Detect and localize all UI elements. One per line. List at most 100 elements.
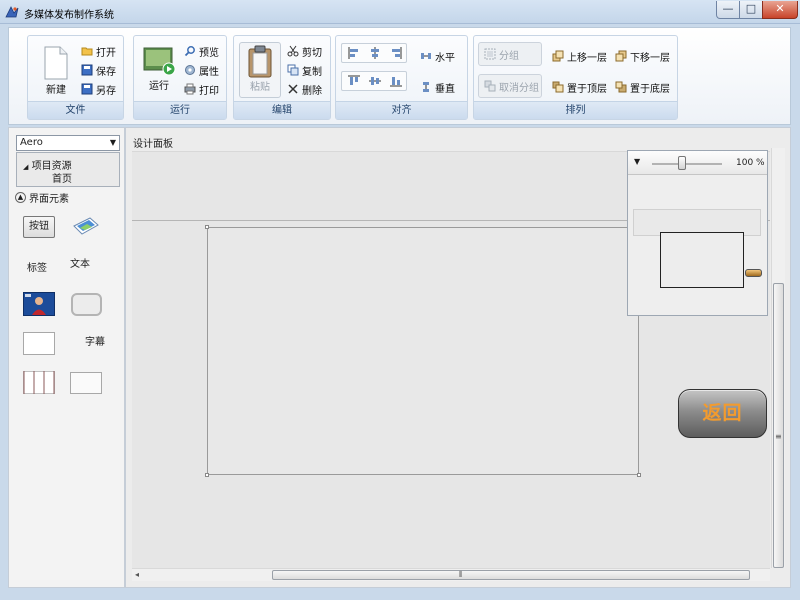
- theme-select-value: Aero: [20, 137, 43, 148]
- distribute-vertical-icon: [423, 82, 429, 92]
- delete-x-icon: [288, 84, 298, 94]
- navigator-header: ▼ 100 %: [628, 151, 767, 175]
- maximize-button[interactable]: □: [739, 1, 763, 19]
- navigator-viewport[interactable]: [660, 232, 744, 288]
- tree-expand-icon[interactable]: ◢: [23, 163, 28, 171]
- send-backward-icon: [615, 50, 627, 62]
- paste-button[interactable]: 粘贴: [239, 42, 281, 98]
- navigator-mini-button: [745, 269, 762, 277]
- element-button-tool[interactable]: 按钮: [23, 216, 55, 238]
- print-button[interactable]: 打印: [184, 81, 219, 97]
- chevron-down-icon: ▼: [109, 138, 116, 147]
- scroll-left-arrow-icon[interactable]: ◂: [135, 570, 139, 579]
- group-label-arrange: 排列: [474, 101, 677, 119]
- move-down-button[interactable]: 下移一层: [615, 48, 670, 64]
- align-left-icon[interactable]: [348, 47, 360, 59]
- gear-icon: [185, 65, 195, 75]
- zoom-navigator: ▼ 100 %: [627, 150, 768, 316]
- tree-item-home[interactable]: 首页: [52, 170, 72, 185]
- panel-tool-icon[interactable]: [71, 293, 102, 316]
- cut-button[interactable]: 剪切: [287, 43, 322, 59]
- element-label-tool[interactable]: 标签: [27, 259, 47, 274]
- design-panel-title: 设计面板: [133, 139, 173, 150]
- close-button[interactable]: ✕: [762, 1, 798, 19]
- zoom-slider-thumb[interactable]: [678, 156, 686, 170]
- vertical-scrollbar[interactable]: ≡: [771, 148, 785, 568]
- element-text-tool[interactable]: 文本: [70, 255, 90, 270]
- horizontal-scrollbar[interactable]: ◂ ⦀: [132, 568, 770, 581]
- group-icon: [484, 48, 496, 60]
- ribbon-group-edit: 粘贴 剪切 复制 删除 编辑: [233, 35, 331, 120]
- element-subtitle-tool[interactable]: 字幕: [85, 333, 105, 348]
- align-horizontal-label: 水平: [435, 52, 455, 64]
- copy-button[interactable]: 复制: [287, 62, 322, 78]
- move-up-label: 上移一层: [567, 52, 607, 64]
- paste-button-label: 粘贴: [250, 82, 270, 93]
- ribbon-group-file: 新建 打开 保存 另存 文件: [27, 35, 124, 120]
- element-panel: Aero ▼ ◢ 项目资源 首页 ▲ 界面元素 按钮 标签 文本 字幕: [8, 127, 125, 588]
- align-middle-icon[interactable]: [369, 75, 381, 87]
- minimize-button[interactable]: —: [716, 1, 740, 19]
- align-top-icon[interactable]: [348, 75, 360, 87]
- return-button[interactable]: 返回: [678, 389, 767, 438]
- align-center-icon[interactable]: [369, 47, 381, 59]
- window-title: 多媒体发布制作系统: [24, 10, 114, 21]
- app-icon: [5, 6, 19, 18]
- align-horizontal-button[interactable]: 水平: [420, 48, 455, 64]
- preview-label: 预览: [199, 47, 219, 59]
- video-tool-icon[interactable]: [23, 292, 55, 316]
- save-as-disk-icon: [81, 83, 93, 95]
- group-button[interactable]: 分组: [478, 42, 542, 66]
- elements-section-header[interactable]: ▲ 界面元素: [15, 190, 69, 205]
- scroll-grip-icon: ⦀: [459, 570, 463, 579]
- new-button[interactable]: 新建: [36, 46, 76, 96]
- resize-handle-bottom-right[interactable]: [637, 473, 641, 477]
- resize-handle-bottom-left[interactable]: [205, 473, 209, 477]
- blank-tool-icon[interactable]: [70, 372, 102, 394]
- project-tree: ◢ 项目资源 首页: [16, 152, 120, 187]
- save-as-label: 另存: [96, 85, 116, 97]
- ungroup-label: 取消分组: [499, 82, 539, 94]
- zoom-slider-track[interactable]: [652, 163, 722, 165]
- move-up-button[interactable]: 上移一层: [552, 48, 607, 64]
- ribbon: 新建 打开 保存 另存 文件 运行 预览 属性 打印 运行 粘贴 剪切 复制 删…: [8, 27, 791, 125]
- open-label: 打开: [96, 47, 116, 59]
- page-frame[interactable]: [205, 225, 641, 477]
- group-label-file: 文件: [28, 101, 123, 119]
- ungroup-icon: [484, 80, 496, 92]
- send-to-back-button[interactable]: 置于底层: [615, 79, 670, 95]
- open-button[interactable]: 打开: [81, 43, 116, 59]
- new-document-icon: [44, 46, 68, 80]
- send-to-back-label: 置于底层: [630, 83, 670, 95]
- bring-to-front-button[interactable]: 置于顶层: [552, 79, 607, 95]
- run-button[interactable]: 运行: [139, 46, 179, 92]
- align-bottom-icon[interactable]: [390, 75, 402, 87]
- save-button[interactable]: 保存: [81, 62, 116, 78]
- align-right-icon[interactable]: [390, 47, 402, 59]
- image-tool-icon[interactable]: [71, 214, 101, 238]
- vertical-scroll-thumb[interactable]: [773, 283, 784, 568]
- bring-forward-icon: [552, 50, 564, 62]
- save-label: 保存: [96, 66, 116, 78]
- zoom-level: 100 %: [736, 158, 765, 168]
- rectangle-tool-icon[interactable]: [23, 332, 55, 355]
- ungroup-button[interactable]: 取消分组: [478, 74, 542, 98]
- horizontal-scroll-thumb[interactable]: [272, 570, 750, 580]
- align-vertical-button[interactable]: 垂直: [420, 79, 455, 95]
- delete-button[interactable]: 删除: [287, 81, 322, 97]
- theme-select[interactable]: Aero ▼: [16, 135, 120, 151]
- run-button-label: 运行: [149, 81, 169, 92]
- clipboard-icon: [248, 45, 272, 78]
- save-as-button[interactable]: 另存: [81, 81, 116, 97]
- properties-button[interactable]: 属性: [184, 62, 219, 78]
- columns-tool-icon[interactable]: [23, 371, 55, 394]
- copy-icon: [287, 64, 299, 76]
- resize-handle-top-left[interactable]: [205, 225, 209, 229]
- group-label-edit: 编辑: [234, 101, 330, 119]
- preview-button[interactable]: 预览: [184, 43, 219, 59]
- navigator-dropdown-icon[interactable]: ▼: [634, 157, 640, 166]
- cut-label: 剪切: [302, 47, 322, 59]
- folder-open-icon: [81, 47, 93, 56]
- ribbon-group-arrange: 分组 取消分组 上移一层 下移一层 置于顶层 置于底层 排列: [473, 35, 678, 120]
- print-label: 打印: [199, 85, 219, 97]
